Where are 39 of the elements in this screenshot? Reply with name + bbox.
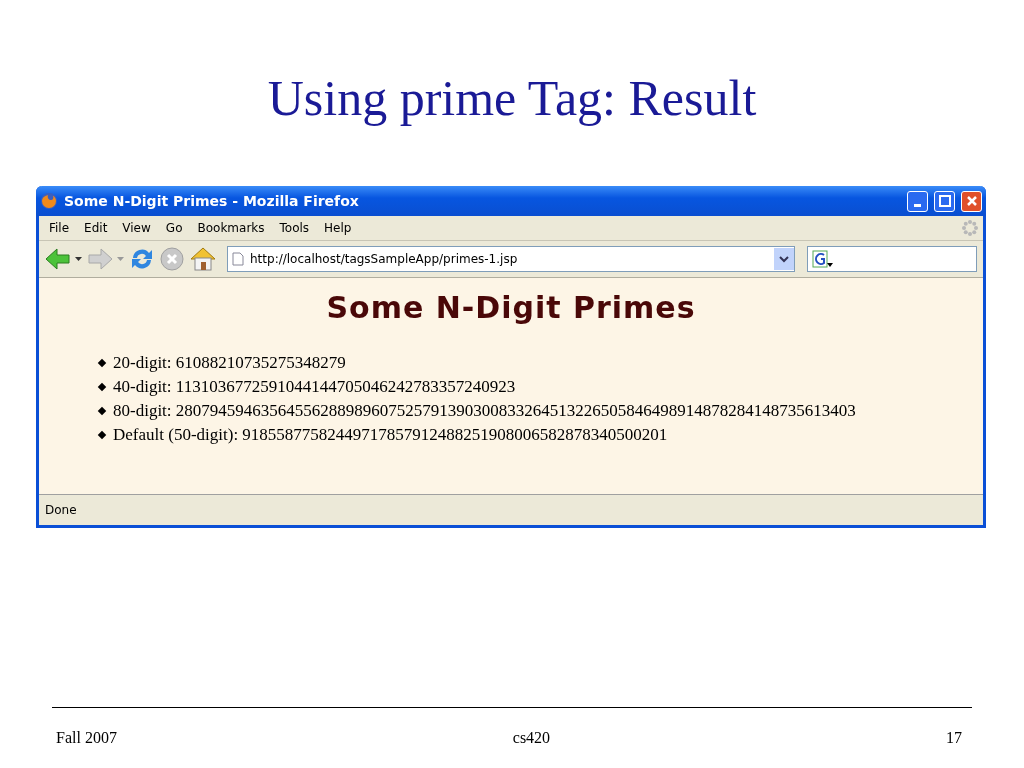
dropdown-icon[interactable] [75, 256, 83, 262]
menu-item[interactable]: File [43, 219, 76, 237]
address-dropdown-button[interactable] [774, 248, 794, 270]
maximize-button[interactable] [934, 190, 955, 212]
menu-item[interactable]: Bookmarks [191, 219, 271, 237]
minimize-icon [914, 203, 921, 207]
address-field[interactable]: http://localhost/tagsSampleApp/primes-1.jsp [227, 246, 795, 272]
menu-item[interactable]: Go [159, 219, 189, 237]
slide-title: Using prime Tag: Result [267, 69, 757, 128]
bullet-icon [97, 358, 107, 368]
list-item-text: 80-digit: 28079459463564556288989607525791390300833264513226505846498914878284148735613403 [113, 400, 856, 422]
list-item-text: Default (50-digit): 91855877582449717857912488251908006582878340500201 [113, 424, 668, 446]
menu-item[interactable]: View [116, 219, 157, 237]
stop-icon[interactable] [159, 246, 185, 272]
home-icon[interactable] [189, 246, 217, 272]
search-engine-icon [812, 250, 834, 268]
window-title: Some N-Digit Primes - Mozilla Firefox [64, 193, 359, 209]
minimize-button[interactable] [907, 190, 928, 212]
search-field[interactable] [807, 246, 977, 272]
status-text: Done [45, 503, 77, 517]
chevron-down-icon [779, 255, 789, 263]
page-icon [232, 252, 244, 266]
bullet-icon [97, 406, 107, 416]
slide-number: 17 [946, 729, 962, 747]
list-item-text: 20-digit: 61088210735275348279 [113, 352, 346, 374]
list-item-text: 40-digit: 1131036772591044144705046242783357240923 [113, 376, 516, 398]
close-button[interactable] [961, 190, 982, 212]
page-heading: Some N-Digit Primes [325, 290, 697, 325]
footer-course: cs420 [512, 729, 551, 747]
menu-item[interactable]: Edit [78, 219, 114, 237]
bullet-icon [97, 430, 107, 440]
menu-item[interactable]: Tools [273, 219, 316, 237]
bullet-icon [97, 382, 107, 392]
browser-logo-icon [40, 192, 58, 210]
menu-item[interactable]: Help [318, 219, 358, 237]
close-icon [965, 195, 978, 207]
maximize-icon [938, 195, 951, 207]
footer-date: Fall 2007 [56, 729, 117, 747]
throbber-icon [961, 219, 979, 237]
